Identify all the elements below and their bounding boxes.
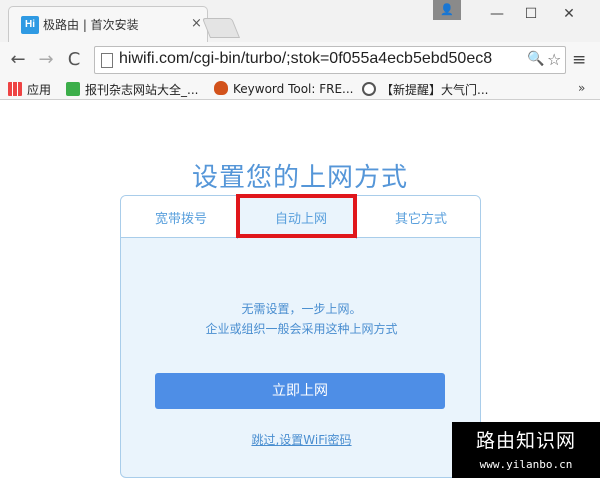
description-line-2: 企业或组织一般会采用这种上网方式 [205, 322, 398, 336]
tab-pppoe[interactable]: 宽带拨号 [121, 208, 241, 227]
watermark-url: www.yilanbo.cn [479, 458, 573, 471]
url-text[interactable]: hiwifi.com/cgi-bin/turbo/;stok=0f055a4ec… [119, 50, 492, 68]
close-window-button[interactable]: ✕ [552, 0, 586, 28]
bookmark-star-icon[interactable]: ☆ [547, 50, 562, 69]
tab-other[interactable]: 其它方式 [361, 208, 480, 227]
profile-icon[interactable]: 👤 [433, 0, 461, 20]
green-c-icon [66, 82, 80, 96]
reload-button[interactable]: C [62, 48, 86, 72]
red-highlight-box [236, 194, 357, 238]
apps-grid-icon [8, 82, 22, 96]
address-bar[interactable]: hiwifi.com/cgi-bin/turbo/;stok=0f055a4ec… [94, 46, 566, 74]
tab-title: 极路由 | 首次安装 [43, 18, 139, 32]
more-bookmarks-icon[interactable]: » [578, 81, 585, 95]
browser-titlebar: Hi 极路由 | 首次安装 × 👤 — ☐ ✕ [0, 0, 600, 42]
hiwifi-favicon-icon: Hi [21, 16, 39, 34]
bookmark-apps[interactable]: 应用 [8, 81, 51, 98]
bookmark-label: 报刊杂志网站大全_... [85, 83, 199, 97]
wordpress-icon [362, 82, 376, 96]
bookmark-label: 【新提醒】大气门... [381, 83, 489, 97]
zoom-icon[interactable]: 🔍 [527, 51, 545, 67]
maximize-button[interactable]: ☐ [514, 0, 548, 28]
tab-close-icon[interactable]: × [191, 16, 202, 31]
watermark-title: 路由知识网 [475, 430, 576, 452]
forward-button[interactable]: → [34, 48, 58, 72]
back-button[interactable]: ← [6, 48, 30, 72]
browser-toolbar: ← → C hiwifi.com/cgi-bin/turbo/;stok=0f0… [0, 42, 600, 78]
minimize-button[interactable]: — [480, 0, 514, 28]
skip-set-wifi-password-link[interactable]: 跳过,设置WiFi密码 [121, 431, 480, 448]
bookmark-new-reminder[interactable]: 【新提醒】大气门... [362, 81, 488, 98]
bookmarks-bar: 应用 报刊杂志网站大全_... Keyword Tool: FRE... 【新提… [0, 78, 600, 100]
page-icon [101, 53, 113, 68]
bookmark-keyword-tool[interactable]: Keyword Tool: FRE... [214, 81, 354, 96]
chrome-menu-icon[interactable]: ≡ [572, 50, 586, 70]
page-title: 设置您的上网方式 [191, 163, 408, 193]
connect-now-button[interactable]: 立即上网 [155, 373, 445, 409]
bookmark-magazines[interactable]: 报刊杂志网站大全_... [66, 81, 198, 98]
flame-icon [214, 81, 228, 95]
description-line-1: 无需设置，一步上网。 [241, 302, 362, 316]
bookmark-label: 应用 [27, 83, 52, 97]
bookmark-label: Keyword Tool: FRE... [233, 82, 354, 96]
watermark-logo: 路由知识网 www.yilanbo.cn [452, 422, 600, 478]
browser-tab[interactable]: Hi 极路由 | 首次安装 × [8, 6, 208, 42]
